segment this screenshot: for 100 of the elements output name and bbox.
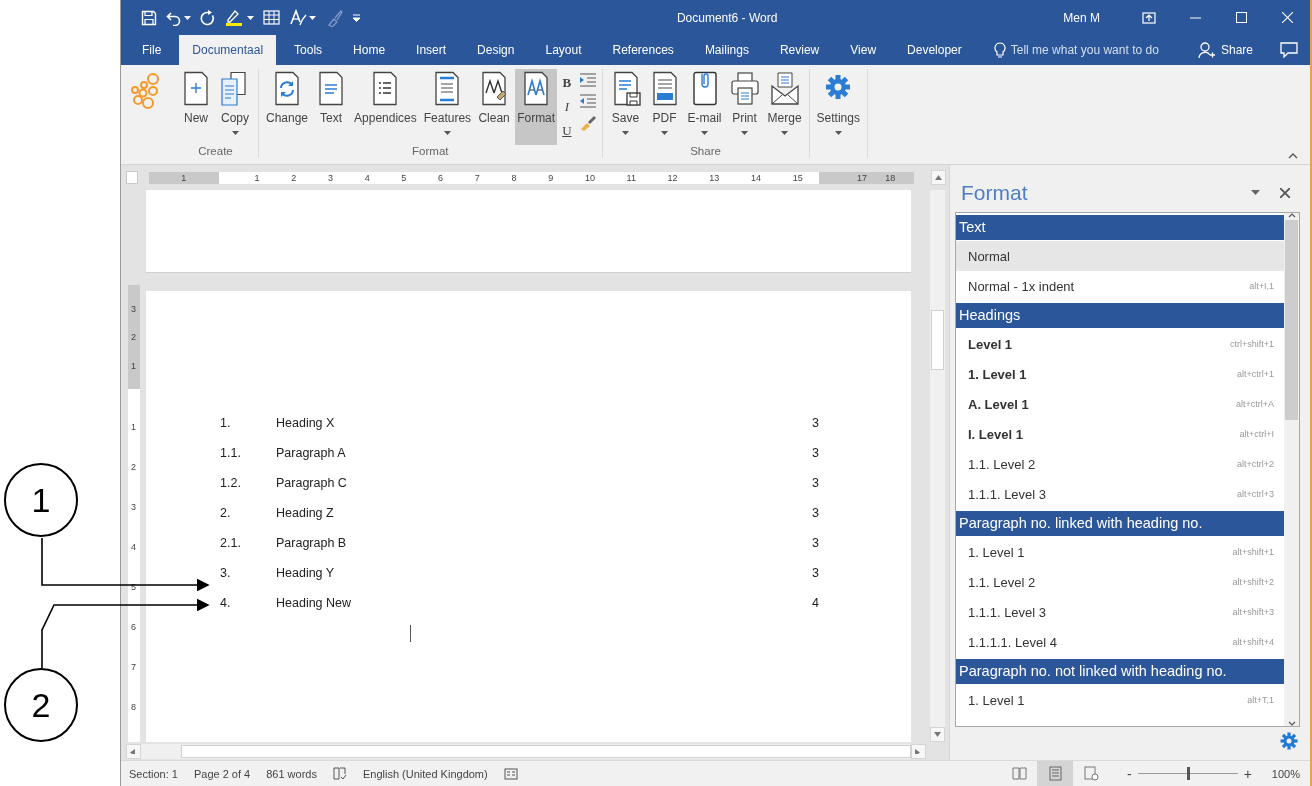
toc-page-number: 3	[812, 476, 819, 490]
zoom-out-button[interactable]: -	[1121, 765, 1138, 782]
ribbon-button[interactable]: Save	[607, 69, 644, 145]
ribbon-button[interactable]: Features	[421, 69, 474, 145]
caret-icon[interactable]	[247, 15, 254, 20]
settings-icon[interactable]	[1280, 732, 1298, 750]
caret-icon[interactable]	[309, 15, 316, 20]
horizontal-scrollbar[interactable]	[126, 743, 926, 759]
bold-button[interactable]: B	[560, 73, 574, 92]
caret-icon[interactable]	[443, 131, 451, 135]
style-item[interactable]: 1. Level 1 alt+shift+1	[956, 537, 1284, 567]
indent-decrease-icon[interactable]	[578, 94, 597, 108]
maximize-icon	[1235, 12, 1247, 23]
ribbon-tab[interactable]: Tools	[281, 35, 336, 65]
ribbon-tab[interactable]: File	[129, 35, 175, 65]
scroll-thumb[interactable]	[931, 310, 944, 370]
ribbon-tab[interactable]: Review	[766, 35, 833, 65]
undo-icon[interactable]	[166, 9, 182, 26]
lightbulb-icon[interactable]	[993, 42, 1006, 58]
list-scrollbar[interactable]	[1284, 213, 1299, 726]
web-layout-icon	[1083, 766, 1099, 781]
print-layout-icon	[1047, 766, 1063, 781]
zoom-in-button[interactable]: +	[1237, 765, 1258, 782]
zoom-level[interactable]: 100%	[1271, 767, 1300, 780]
ribbon-tab[interactable]: Home	[340, 35, 399, 65]
ribbon-button[interactable]: New	[178, 69, 214, 145]
caret-icon[interactable]	[184, 15, 191, 20]
caret-icon[interactable]	[781, 131, 789, 135]
underline-button[interactable]: U	[560, 121, 574, 140]
style-item[interactable]: 1.1. Level 2 alt+shift+2	[956, 567, 1284, 597]
redo-icon[interactable]	[200, 9, 216, 26]
style-item[interactable]: 1.1.1.1. Level 4 alt+shift+4	[956, 627, 1284, 657]
style-item[interactable]: Normal	[956, 241, 1284, 271]
caret-icon[interactable]	[834, 131, 842, 135]
triangle-icon	[130, 748, 137, 754]
ribbon-button[interactable]: Appendices	[352, 69, 419, 145]
ribbon-button[interactable]: Clean	[476, 69, 513, 145]
caret-icon[interactable]	[661, 131, 669, 135]
chevron-up-icon[interactable]	[1287, 213, 1296, 218]
style-item[interactable]: 1. Level 1 alt+ctrl+1	[956, 359, 1284, 389]
read-mode-icon	[1011, 766, 1027, 781]
scroll-up-button[interactable]	[931, 170, 947, 185]
proofing-icon[interactable]	[332, 767, 347, 780]
ribbon-button[interactable]: Settings	[814, 69, 862, 145]
indent-increase-icon[interactable]	[578, 73, 597, 87]
ribbon-button[interactable]: Copy	[217, 69, 253, 145]
style-item[interactable]: A. Level 1 alt+ctrl+A	[956, 389, 1284, 419]
style-item[interactable]: Normal - 1x indent alt+I,1	[956, 271, 1284, 301]
share-button[interactable]: Share	[1191, 35, 1259, 65]
minimize-icon	[1189, 16, 1201, 19]
vertical-scrollbar[interactable]	[930, 190, 945, 742]
caret-icon[interactable]	[701, 131, 709, 135]
style-item[interactable]: 1.1.1. Level 3 alt+ctrl+3	[956, 479, 1284, 509]
table-icon[interactable]	[263, 10, 280, 25]
chevron-down-icon[interactable]	[1287, 721, 1296, 726]
italic-button[interactable]: I	[562, 97, 571, 116]
style-item[interactable]: 1.1.1. Level 3 alt+shift+3	[956, 597, 1284, 627]
ribbon-tab[interactable]: Design	[464, 35, 528, 65]
toc-entry-title: Heading X	[276, 416, 336, 430]
customize-caret-icon[interactable]	[352, 13, 361, 22]
comment-icon[interactable]	[1280, 42, 1298, 58]
scroll-down-button[interactable]	[930, 727, 945, 742]
ribbon-button[interactable]: Change	[264, 69, 311, 145]
ribbon-button[interactable]: Text	[313, 69, 350, 145]
ribbon-button[interactable]: PDF	[646, 69, 683, 145]
status-text: 861 words	[266, 767, 317, 780]
scroll-left-button[interactable]	[126, 743, 141, 759]
language-status[interactable]: English (United Kingdom)	[362, 767, 488, 780]
style-item[interactable]: Level 1 ctrl+shift+1	[956, 329, 1284, 359]
search-field[interactable]: Tell me what you want to do	[1010, 43, 1159, 57]
toc-page-number: 4	[812, 596, 819, 610]
ribbon-tab[interactable]: View	[837, 35, 890, 65]
style-item[interactable]: I. Level 1 alt+ctrl+I	[956, 419, 1284, 449]
ribbon-tab[interactable]: References	[599, 35, 687, 65]
style-item[interactable]: 1.1. Level 2 alt+ctrl+2	[956, 449, 1284, 479]
text-effects-icon[interactable]	[289, 8, 307, 27]
ribbon-tab[interactable]: Documentaal	[179, 35, 277, 65]
ribbon-button[interactable]: E-mail	[685, 69, 724, 145]
scroll-right-button[interactable]	[911, 743, 926, 759]
ribbon-tab[interactable]: Layout	[532, 35, 595, 65]
pane-title: Format	[961, 180, 1029, 205]
ribbon-tab[interactable]: Insert	[403, 35, 460, 65]
save-icon[interactable]	[141, 9, 157, 26]
callout-marker: 1	[4, 463, 78, 537]
caret-icon[interactable]	[622, 131, 630, 135]
ribbon-tab[interactable]: Mailings	[691, 35, 762, 65]
caret-icon[interactable]	[741, 131, 749, 135]
vertical-ruler: 3 2 1 1 2 3 4 5 6 7 8	[127, 285, 140, 742]
ribbon-tab[interactable]: Developer	[894, 35, 975, 65]
caret-icon[interactable]	[231, 131, 239, 135]
scroll-thumb[interactable]	[181, 744, 911, 758]
highlighter-icon[interactable]	[225, 8, 245, 27]
toc-number: 2.1.	[220, 536, 242, 550]
ribbon-button[interactable]: Print	[726, 69, 763, 145]
ribbon-button[interactable]: Merge	[765, 69, 804, 145]
style-item[interactable]: 1. Level 1 alt+T,1	[956, 685, 1284, 715]
ribbon-button[interactable]: Format	[515, 69, 558, 145]
chevron-up-icon[interactable]	[1288, 153, 1298, 159]
scroll-thumb[interactable]	[1285, 220, 1298, 420]
zoom-slider-thumb[interactable]	[1186, 767, 1190, 780]
